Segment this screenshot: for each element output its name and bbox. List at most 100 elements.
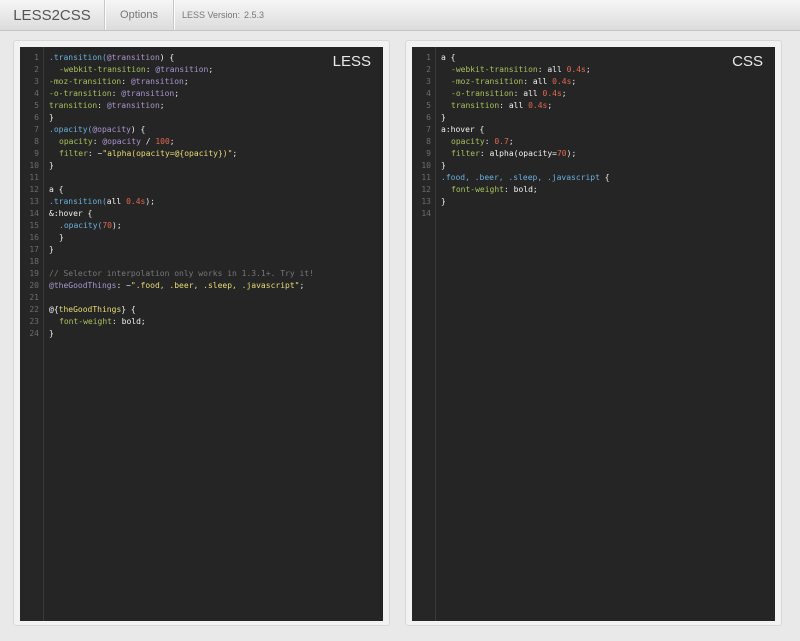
code-token: 0.4s <box>552 77 572 86</box>
code-text: -webkit-transition: @transition; <box>49 64 213 76</box>
code-line: 8 opacity: 0.7; <box>412 136 513 148</box>
brand-logo[interactable]: LESS2CSS <box>0 0 105 30</box>
code-text: -webkit-transition: all 0.4s; <box>441 64 591 76</box>
options-menu-button[interactable]: Options <box>105 0 174 30</box>
css-panel: CSS 1 a {2 -webkit-transition: all 0.4s; 3 -… <box>405 40 782 626</box>
line-number: 1 <box>34 53 39 62</box>
code-text: .opacity(70); <box>49 220 122 232</box>
code-token: : <box>537 65 548 74</box>
code-text: -o-transition: all 0.4s; <box>441 88 567 100</box>
code-token: @transition <box>130 77 184 86</box>
code-token: .opacity( <box>49 125 93 134</box>
code-token: : <box>97 101 107 110</box>
line-number: 12 <box>29 185 39 194</box>
code-token: alpha(opacity= <box>489 149 557 158</box>
less-version-info: LESS Version: 2.5.3 <box>174 0 264 30</box>
code-text: } <box>49 232 64 244</box>
code-token: all <box>508 101 529 110</box>
code-token: a { <box>441 53 456 62</box>
code-text: a { <box>441 52 455 64</box>
code-line: 9 filter: alpha(opacity=70); <box>412 148 576 160</box>
code-text: .opacity(@opacity) { <box>49 124 145 136</box>
code-line: 6} <box>412 112 446 124</box>
code-token: -o-transition <box>451 89 514 98</box>
code-token: ) { <box>130 125 146 134</box>
code-text: opacity: @opacity / 100; <box>49 136 175 148</box>
code-text: } <box>49 112 54 124</box>
code-line: 6} <box>20 112 54 124</box>
code-line: 12 font-weight: bold; <box>412 184 537 196</box>
line-number: 7 <box>426 125 431 134</box>
code-text: -moz-transition: all 0.4s; <box>441 76 576 88</box>
code-token: : <box>92 137 103 146</box>
code-token: transition <box>451 101 500 110</box>
line-number: 23 <box>29 317 39 326</box>
code-token: @transition <box>106 53 160 62</box>
line-number: 10 <box>29 161 39 170</box>
line-number: 19 <box>29 269 39 278</box>
code-line: 10} <box>20 160 53 172</box>
less-code-editor[interactable]: LESS 1 .transition(@transition) {2 -webkit… <box>20 47 383 621</box>
code-token: } <box>49 113 54 122</box>
line-number: 8 <box>426 137 431 146</box>
line-number: 13 <box>421 197 431 206</box>
code-token: { <box>599 173 610 182</box>
code-token: all <box>532 77 553 86</box>
code-token: ; <box>547 101 553 110</box>
code-line: 22 @{theGoodThings} { <box>20 304 135 316</box>
code-token: all <box>523 89 543 98</box>
code-token: } <box>441 197 446 206</box>
code-token: ; <box>585 65 591 74</box>
code-line: 3 -moz-transition: @transition; <box>20 76 189 88</box>
line-number: 1 <box>426 53 431 62</box>
code-token: } <box>49 245 54 254</box>
code-token: : ~ <box>116 281 131 290</box>
code-token: ); <box>145 197 155 206</box>
line-number: 10 <box>421 161 431 170</box>
line-number: 2 <box>34 65 39 74</box>
code-token: filter <box>451 149 480 158</box>
code-token: opacity <box>451 137 485 146</box>
code-line: 12 a { <box>20 184 63 196</box>
code-token: ); <box>112 221 122 230</box>
line-number: 17 <box>29 245 39 254</box>
code-token: / <box>140 137 156 146</box>
code-text: } <box>49 244 54 256</box>
line-number: 6 <box>426 113 431 122</box>
code-text: font-weight: bold; <box>441 184 538 196</box>
line-number: 22 <box>29 305 39 314</box>
code-token: @transition <box>106 101 160 110</box>
editor-label-less: LESS <box>332 53 371 70</box>
line-number: 15 <box>29 221 39 230</box>
code-line: 15 .opacity(70); <box>20 220 121 232</box>
code-text: font-weight: bold; <box>49 316 146 328</box>
code-token: // Selector interpolation only works in … <box>49 269 314 278</box>
css-code-editor[interactable]: CSS 1 a {2 -webkit-transition: all 0.4s; 3 -… <box>412 47 775 621</box>
line-number: 18 <box>29 257 39 266</box>
code-token: } <box>49 161 54 170</box>
code-token: : ~ <box>87 149 103 158</box>
line-number: 8 <box>34 137 39 146</box>
code-token: @transition <box>155 65 209 74</box>
line-number: 2 <box>426 65 431 74</box>
code-token: : <box>111 89 122 98</box>
code-text: .transition(all 0.4s); <box>49 196 155 208</box>
code-text: -o-transition: @transition; <box>49 88 179 100</box>
editor-label-css: CSS <box>732 53 763 70</box>
line-number: 9 <box>426 149 431 158</box>
code-token: ; <box>561 89 567 98</box>
code-line: 24} <box>20 328 53 340</box>
code-text: opacity: 0.7; <box>441 136 514 148</box>
code-token: : <box>121 77 131 86</box>
code-line: 7 a:hover { <box>412 124 484 136</box>
code-text: } <box>49 160 54 172</box>
code-token: all <box>547 65 567 74</box>
code-token: : <box>499 101 509 110</box>
version-value[interactable]: 2.5.3 <box>244 10 264 20</box>
code-token: font-weight <box>59 317 112 326</box>
code-token: -webkit-transition <box>451 65 538 74</box>
code-text: a { <box>49 184 63 196</box>
code-token: 0.4s <box>542 89 562 98</box>
code-token: ; <box>232 149 238 158</box>
code-token: : <box>111 317 122 326</box>
